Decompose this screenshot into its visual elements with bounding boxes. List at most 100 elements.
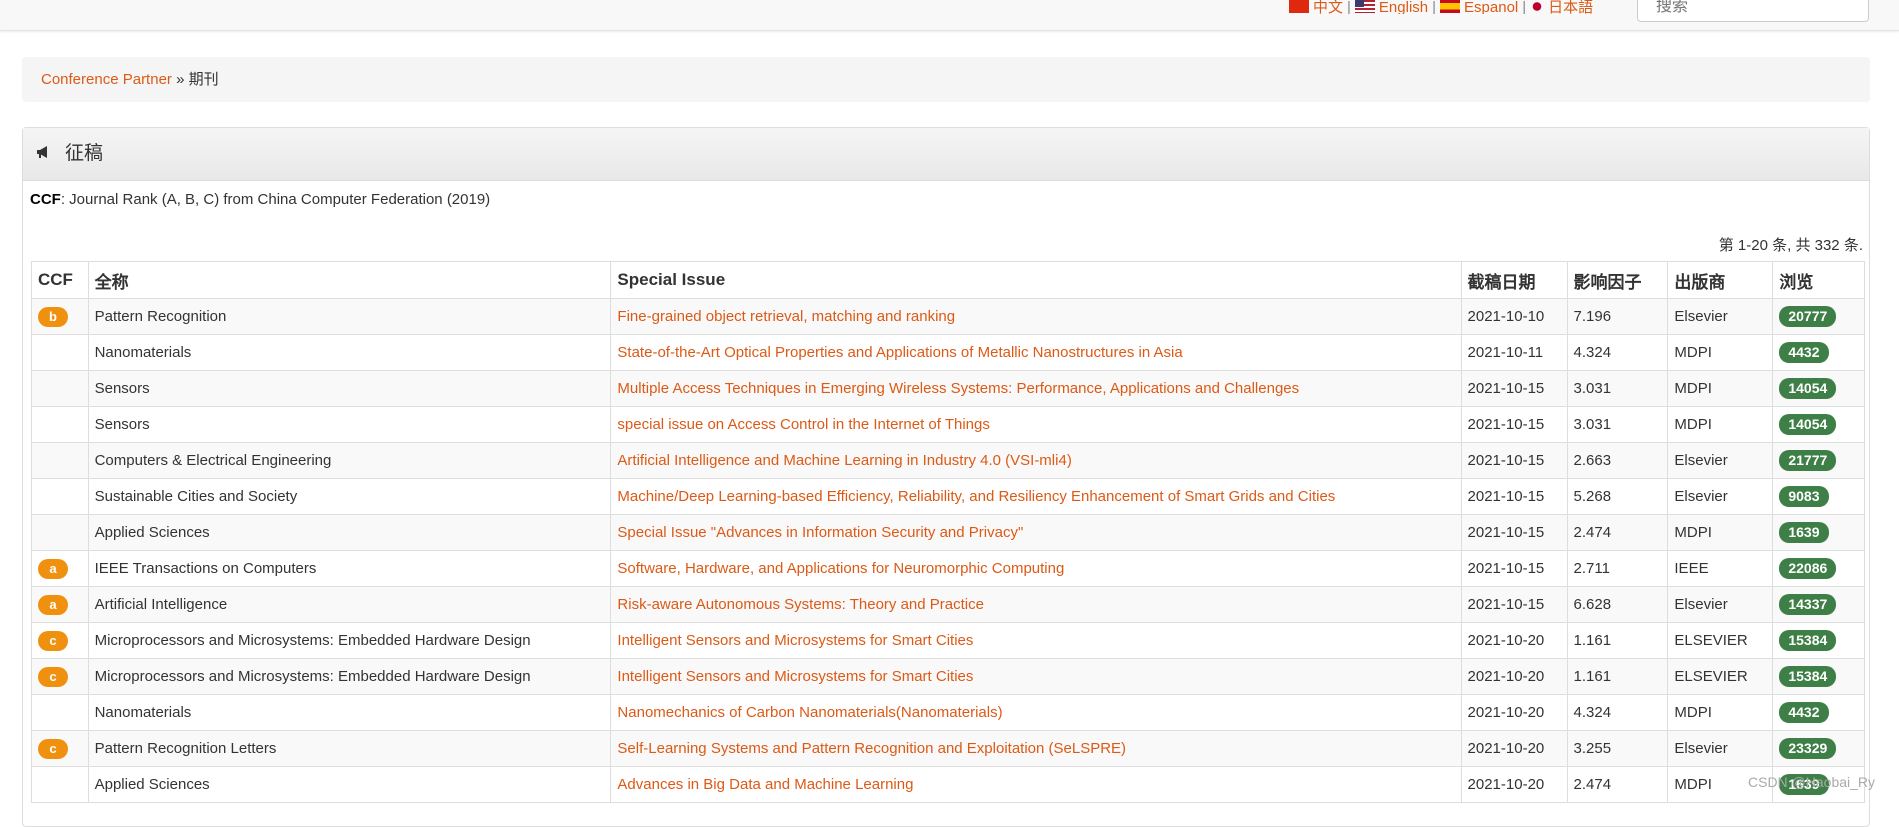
deadline-cell: 2021-10-20 <box>1460 730 1568 767</box>
col-header-name[interactable]: 全称 <box>87 261 612 299</box>
views-count-badge: 14054 <box>1779 378 1837 399</box>
deadline-cell: 2021-10-11 <box>1460 334 1568 371</box>
ccf-cell: c <box>31 730 89 767</box>
special-issue-link[interactable]: Risk-aware Autonomous Systems: Theory an… <box>610 586 1462 623</box>
publisher-cell: MDPI <box>1667 694 1774 731</box>
ccf-rank-badge: a <box>38 558 68 579</box>
impact-factor-cell: 3.255 <box>1566 730 1669 767</box>
views-count-badge: 14337 <box>1779 594 1837 615</box>
impact-factor-cell: 2.663 <box>1566 442 1669 479</box>
ccf-rank-badge: a <box>38 594 68 615</box>
special-issue-link[interactable]: Fine-grained object retrieval, matching … <box>610 298 1462 335</box>
journal-name-cell: Artificial Intelligence <box>87 586 612 623</box>
impact-factor-cell: 4.324 <box>1566 334 1669 371</box>
table-header-row: CCF 全称 Special Issue 截稿日期 影响因子 出版商 浏览 <box>31 261 1865 299</box>
journal-name-cell: Nanomaterials <box>87 694 612 731</box>
ccf-cell: c <box>31 622 89 659</box>
impact-factor-cell: 5.268 <box>1566 478 1669 515</box>
journal-name-cell: Computers & Electrical Engineering <box>87 442 612 479</box>
table-row: Applied Sciences Special Issue "Advances … <box>31 514 1865 551</box>
publisher-cell: MDPI <box>1667 514 1774 551</box>
col-header-impact-factor[interactable]: 影响因子 <box>1566 261 1669 299</box>
views-count-badge: 1639 <box>1779 522 1829 543</box>
col-header-deadline[interactable]: 截稿日期 <box>1460 261 1568 299</box>
views-count-badge: 22086 <box>1779 558 1837 579</box>
lang-chinese-link[interactable]: 中文 <box>1313 0 1343 14</box>
table-row: c Pattern Recognition Letters Self-Learnin… <box>31 730 1865 767</box>
breadcrumb-current: 期刊 <box>188 71 219 88</box>
special-issue-link[interactable]: Special Issue "Advances in Information S… <box>610 514 1462 551</box>
deadline-cell: 2021-10-20 <box>1460 622 1568 659</box>
deadline-cell: 2021-10-20 <box>1460 658 1568 695</box>
views-count-badge: 9083 <box>1779 486 1829 507</box>
ccf-note: CCF: Journal Rank (A, B, C) from China C… <box>30 191 490 208</box>
special-issue-link[interactable]: Advances in Big Data and Machine Learnin… <box>610 766 1462 803</box>
special-issue-link[interactable]: Nanomechanics of Carbon Nanomaterials(Na… <box>610 694 1462 731</box>
journal-name-cell: Sensors <box>87 406 612 443</box>
impact-factor-cell: 1.161 <box>1566 622 1669 659</box>
views-cell: 14337 <box>1772 586 1865 623</box>
deadline-cell: 2021-10-15 <box>1460 442 1568 479</box>
deadline-cell: 2021-10-10 <box>1460 298 1568 335</box>
table-row: b Pattern Recognition Fine-grained object … <box>31 298 1865 335</box>
lang-japanese-link[interactable]: 日本語 <box>1548 0 1593 14</box>
ccf-cell <box>31 406 89 443</box>
lang-separator: | <box>1522 0 1527 14</box>
impact-factor-cell: 1.161 <box>1566 658 1669 695</box>
breadcrumb-home-link[interactable]: Conference Partner <box>41 71 172 88</box>
search-input[interactable] <box>1637 0 1869 22</box>
ccf-cell: c <box>31 658 89 695</box>
views-cell: 22086 <box>1772 550 1865 587</box>
publisher-cell: IEEE <box>1667 550 1774 587</box>
deadline-cell: 2021-10-20 <box>1460 694 1568 731</box>
journal-name-cell: Nanomaterials <box>87 334 612 371</box>
publisher-cell: ELSEVIER <box>1667 622 1774 659</box>
views-cell: 23329 <box>1772 730 1865 767</box>
deadline-cell: 2021-10-20 <box>1460 766 1568 803</box>
col-header-publisher[interactable]: 出版商 <box>1667 261 1774 299</box>
special-issue-link[interactable]: Intelligent Sensors and Microsystems for… <box>610 622 1462 659</box>
views-cell: 20777 <box>1772 298 1865 335</box>
lang-english-link[interactable]: English <box>1379 0 1428 14</box>
special-issue-link[interactable]: Software, Hardware, and Applications for… <box>610 550 1462 587</box>
impact-factor-cell: 4.324 <box>1566 694 1669 731</box>
views-cell: 15384 <box>1772 658 1865 695</box>
special-issue-link[interactable]: Intelligent Sensors and Microsystems for… <box>610 658 1462 695</box>
table-row: Nanomaterials Nanomechanics of Carbon Nan… <box>31 694 1865 731</box>
special-issue-link[interactable]: Artificial Intelligence and Machine Lear… <box>610 442 1462 479</box>
col-header-views[interactable]: 浏览 <box>1772 261 1865 299</box>
call-for-papers-panel: 征稿 CCF: Journal Rank (A, B, C) from Chin… <box>22 127 1870 827</box>
views-cell: 1639 <box>1772 514 1865 551</box>
journal-name-cell: Sustainable Cities and Society <box>87 478 612 515</box>
watermark: CSDN @Haobai_Ry <box>1748 774 1876 790</box>
special-issue-link[interactable]: State-of-the-Art Optical Properties and … <box>610 334 1462 371</box>
deadline-cell: 2021-10-15 <box>1460 586 1568 623</box>
col-header-ccf[interactable]: CCF <box>31 261 89 299</box>
special-issue-link[interactable]: Machine/Deep Learning-based Efficiency, … <box>610 478 1462 515</box>
ccf-rank-badge: c <box>38 666 68 687</box>
jp-flag-icon <box>1530 0 1545 13</box>
ccf-cell <box>31 334 89 371</box>
views-count-badge: 15384 <box>1779 666 1837 687</box>
journal-name-cell: IEEE Transactions on Computers <box>87 550 612 587</box>
journal-name-cell: Pattern Recognition Letters <box>87 730 612 767</box>
ccf-rank-badge: c <box>38 738 68 759</box>
impact-factor-cell: 2.474 <box>1566 514 1669 551</box>
special-issue-link[interactable]: Multiple Access Techniques in Emerging W… <box>610 370 1462 407</box>
impact-factor-cell: 2.474 <box>1566 766 1669 803</box>
table-row: Applied Sciences Advances in Big Data and… <box>31 766 1865 803</box>
deadline-cell: 2021-10-15 <box>1460 514 1568 551</box>
impact-factor-cell: 7.196 <box>1566 298 1669 335</box>
table-row: c Microprocessors and Microsystems: Embed… <box>31 622 1865 659</box>
special-issue-link[interactable]: special issue on Access Control in the I… <box>610 406 1462 443</box>
deadline-cell: 2021-10-15 <box>1460 406 1568 443</box>
views-cell: 14054 <box>1772 370 1865 407</box>
views-count-badge: 23329 <box>1779 738 1837 759</box>
col-header-special-issue[interactable]: Special Issue <box>610 261 1462 299</box>
ccf-cell <box>31 478 89 515</box>
lang-separator: | <box>1432 0 1437 14</box>
views-count-badge: 14054 <box>1779 414 1837 435</box>
special-issue-link[interactable]: Self-Learning Systems and Pattern Recogn… <box>610 730 1462 767</box>
lang-spanish-link[interactable]: Espanol <box>1464 0 1518 14</box>
table-row: Sensors special issue on Access Control i… <box>31 406 1865 443</box>
